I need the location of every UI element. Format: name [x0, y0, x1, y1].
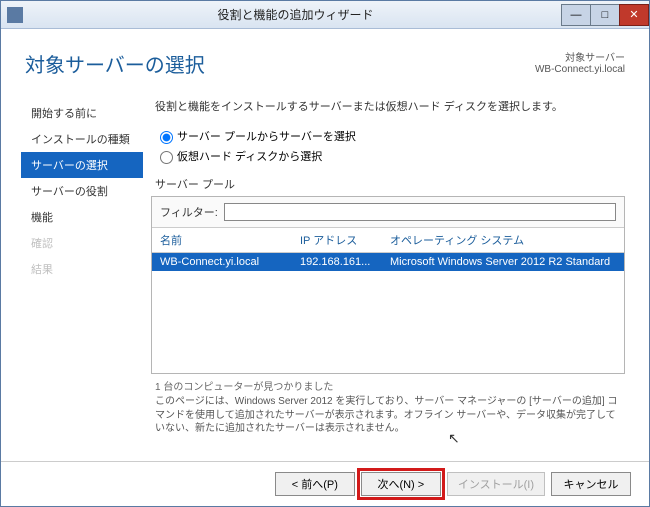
content-area: 対象サーバーの選択 対象サーバー WB-Connect.yi.local 開始す…: [1, 29, 649, 506]
table-body: WB-Connect.yi.local 192.168.161... Micro…: [152, 253, 624, 373]
maximize-button[interactable]: □: [590, 4, 620, 26]
table-row[interactable]: WB-Connect.yi.local 192.168.161... Micro…: [152, 253, 624, 271]
app-icon: [7, 7, 23, 23]
radio-server-pool-input[interactable]: [160, 131, 173, 144]
window-controls: — □ ✕: [562, 4, 649, 26]
main-panel: 役割と機能をインストールするサーバーまたは仮想ハード ディスクを選択します。 サ…: [151, 92, 649, 461]
install-button: インストール(I): [447, 472, 545, 496]
sidebar-item-server-selection[interactable]: サーバーの選択: [21, 152, 143, 178]
count-text: 1 台のコンピューターが見つかりました: [155, 378, 625, 393]
prev-button[interactable]: < 前へ(P): [275, 472, 355, 496]
cell-os: Microsoft Windows Server 2012 R2 Standar…: [390, 256, 616, 268]
radio-vhd-input[interactable]: [160, 151, 173, 164]
radio-vhd[interactable]: 仮想ハード ディスクから選択: [155, 148, 625, 164]
target-label: 対象サーバー: [535, 49, 625, 64]
sidebar-item-server-roles[interactable]: サーバーの役割: [1, 178, 151, 204]
target-name: WB-Connect.yi.local: [535, 64, 625, 75]
filter-label: フィルター:: [160, 204, 218, 220]
cancel-button[interactable]: キャンセル: [551, 472, 631, 496]
radio-server-pool[interactable]: サーバー プールからサーバーを選択: [155, 128, 625, 144]
radio-vhd-label: 仮想ハード ディスクから選択: [177, 148, 322, 164]
instruction-text: 役割と機能をインストールするサーバーまたは仮想ハード ディスクを選択します。: [155, 98, 625, 114]
radio-server-pool-label: サーバー プールからサーバーを選択: [177, 128, 356, 144]
col-name-header[interactable]: 名前: [160, 232, 300, 248]
cell-ip: 192.168.161...: [300, 256, 390, 268]
server-pool-box: フィルター: 名前 IP アドレス オペレーティング システム WB-Conne…: [151, 196, 625, 374]
sidebar-item-confirm: 確認: [1, 230, 151, 256]
button-bar: < 前へ(P) 次へ(N) > インストール(I) キャンセル: [1, 461, 649, 506]
col-os-header[interactable]: オペレーティング システム: [390, 232, 616, 248]
col-ip-header[interactable]: IP アドレス: [300, 232, 390, 248]
window-title: 役割と機能の追加ウィザード: [29, 6, 562, 23]
sidebar-item-results: 結果: [1, 256, 151, 282]
filter-input[interactable]: [224, 203, 616, 221]
target-info: 対象サーバー WB-Connect.yi.local: [535, 49, 625, 78]
filter-row: フィルター:: [152, 197, 624, 227]
close-button[interactable]: ✕: [619, 4, 649, 26]
page-title: 対象サーバーの選択: [25, 49, 535, 78]
server-pool-label: サーバー プール: [155, 176, 625, 192]
table-header: 名前 IP アドレス オペレーティング システム: [152, 227, 624, 253]
sidebar: 開始する前に インストールの種類 サーバーの選択 サーバーの役割 機能 確認 結…: [1, 92, 151, 461]
sidebar-item-before-begin[interactable]: 開始する前に: [1, 100, 151, 126]
sidebar-item-install-type[interactable]: インストールの種類: [1, 126, 151, 152]
next-button[interactable]: 次へ(N) >: [361, 472, 441, 496]
cell-name: WB-Connect.yi.local: [160, 256, 300, 268]
body-row: 開始する前に インストールの種類 サーバーの選択 サーバーの役割 機能 確認 結…: [1, 92, 649, 461]
header-row: 対象サーバーの選択 対象サーバー WB-Connect.yi.local: [1, 29, 649, 92]
help-text: このページには、Windows Server 2012 を実行しており、サーバー…: [155, 395, 625, 436]
titlebar: 役割と機能の追加ウィザード — □ ✕: [1, 1, 649, 29]
minimize-button[interactable]: —: [561, 4, 591, 26]
sidebar-item-features[interactable]: 機能: [1, 204, 151, 230]
wizard-window: 役割と機能の追加ウィザード — □ ✕ 対象サーバーの選択 対象サーバー WB-…: [0, 0, 650, 507]
